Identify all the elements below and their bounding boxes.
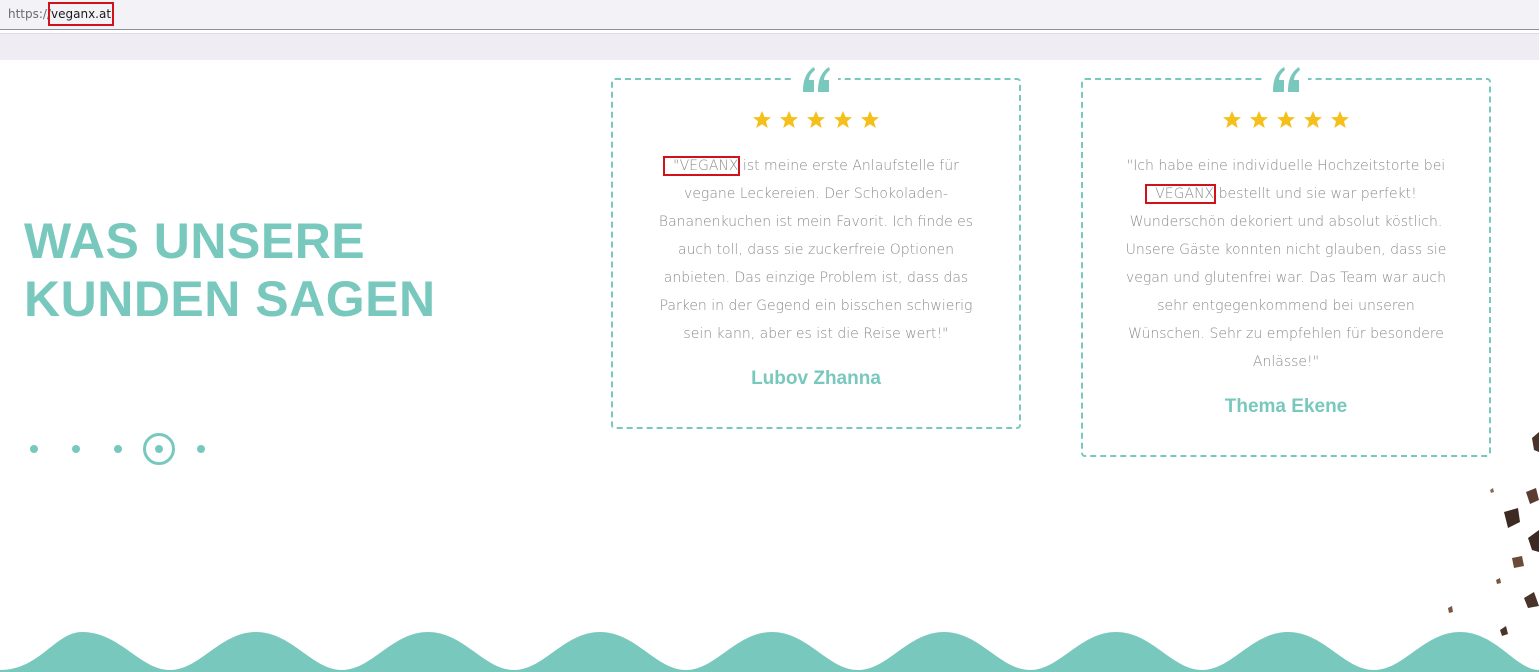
brand-mention: "VEGANX <box>663 156 741 176</box>
testimonial-text: "Ich habe eine individuelle Hochzeitstor… <box>1123 152 1449 376</box>
brand-text: VEGANX <box>679 158 739 174</box>
section-heading: WAS UNSERE KUNDEN SAGEN <box>24 212 544 328</box>
testimonial-card: "Ich habe eine individuelle Hochzeitstor… <box>1081 64 1491 457</box>
quote-icon <box>794 64 838 96</box>
star-icon <box>1277 111 1295 128</box>
testimonial-author: Thema Ekene <box>1224 396 1348 417</box>
pagination-dot-1[interactable] <box>30 445 38 453</box>
testimonial-author: Lubov Zhanna <box>751 368 881 389</box>
brand-mention: VEGANX <box>1145 184 1217 204</box>
star-icon <box>779 111 798 128</box>
wave-divider <box>0 632 1539 672</box>
star-rating <box>613 110 1019 132</box>
brand-text: VEGANX <box>1155 186 1215 202</box>
star-rating <box>1083 110 1489 132</box>
address-bar[interactable]: https://veganx.at <box>0 0 1539 30</box>
pagination-dot-2[interactable] <box>72 445 80 453</box>
testimonial-card: "VEGANX ist meine erste Anlaufstelle für… <box>611 64 1021 429</box>
star-icon <box>807 111 825 128</box>
heading-line-2: KUNDEN SAGEN <box>24 271 436 327</box>
star-icon <box>1249 111 1268 128</box>
pagination-dot-5[interactable] <box>197 445 205 453</box>
url-host: veganx.at <box>48 2 115 26</box>
heading-line-1: WAS UNSERE <box>24 213 366 269</box>
testimonial-body: bestellt und sie war perfekt! Wunderschö… <box>1125 186 1447 370</box>
carousel-pagination <box>22 432 242 466</box>
url-scheme: https:// <box>8 7 52 21</box>
toolbar-strip <box>0 33 1539 60</box>
star-icon <box>1304 111 1323 128</box>
testimonial-body: ist meine erste Anlaufstelle für vegane … <box>658 158 974 342</box>
url-host-text: veganx.at <box>51 7 112 21</box>
url-text[interactable]: https://veganx.at <box>8 2 115 26</box>
testimonial-text: "VEGANX ist meine erste Anlaufstelle für… <box>653 152 979 348</box>
pagination-dot-4-active[interactable] <box>143 433 175 465</box>
star-icon <box>1222 111 1241 128</box>
pagination-dot-3[interactable] <box>114 445 122 453</box>
star-icon <box>861 111 880 128</box>
testimonial-body-start: "Ich habe eine individuelle Hochzeitstor… <box>1126 158 1446 174</box>
quote-icon <box>1264 64 1308 96</box>
star-icon <box>1331 111 1350 128</box>
star-icon <box>752 111 771 128</box>
star-icon <box>834 111 853 128</box>
